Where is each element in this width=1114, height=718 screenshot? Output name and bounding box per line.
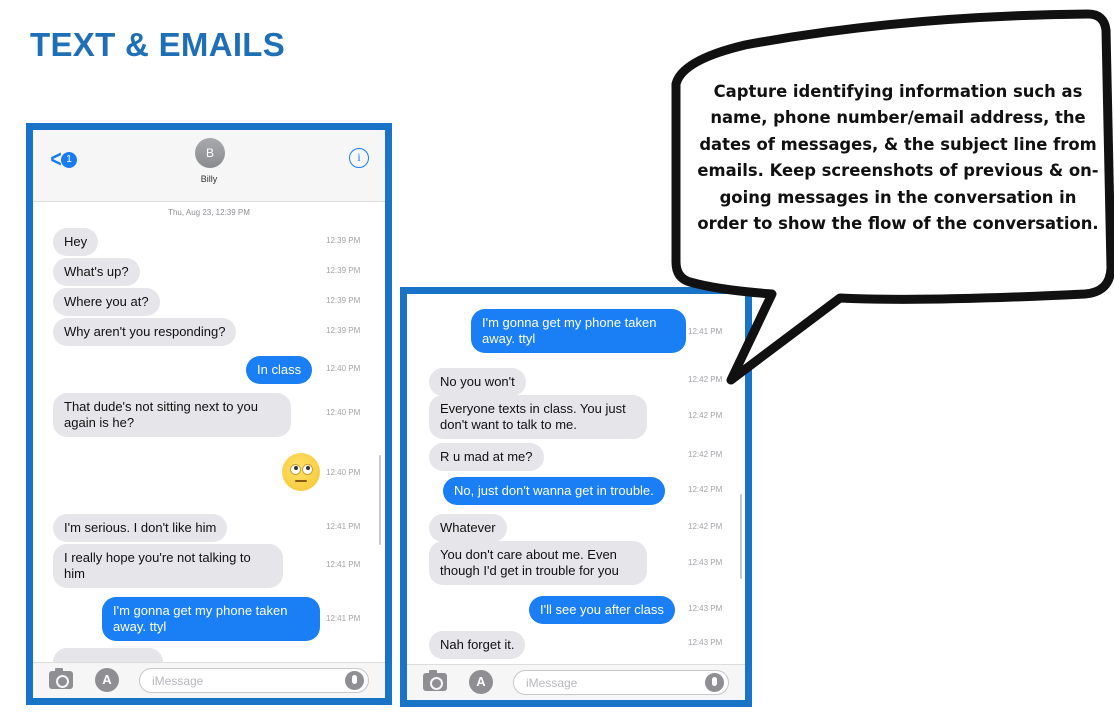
rolling-eyes-emoji-icon[interactable]	[282, 453, 320, 491]
phone-screenshot-2: I'm gonna get my phone taken away. ttyl …	[400, 287, 752, 707]
message-bubble-sent[interactable]: I'm gonna get my phone taken away. ttyl	[102, 597, 320, 641]
compose-bar: A iMessage	[33, 662, 385, 698]
message-timestamp: 12:42 PM	[688, 375, 723, 384]
contact-name[interactable]: Billy	[33, 174, 385, 184]
scrollbar[interactable]	[379, 455, 381, 545]
back-button[interactable]: < 1	[49, 146, 78, 173]
message-timestamp: 12:43 PM	[688, 638, 723, 647]
camera-icon[interactable]	[49, 668, 73, 689]
message-timestamp: 12:41 PM	[326, 560, 361, 569]
message-timestamp: 12:41 PM	[326, 614, 361, 623]
page-title: TEXT & EMAILS	[30, 26, 286, 63]
contact-avatar[interactable]: B	[195, 138, 225, 168]
message-timestamp: 12:39 PM	[326, 266, 361, 275]
message-bubble-received[interactable]: I really hope you're not talking to him	[53, 544, 283, 588]
message-bubble-received[interactable]: Where you at?	[53, 288, 160, 316]
message-bubble-received[interactable]: I'm serious. I don't like him	[53, 514, 228, 542]
message-bubble-sent[interactable]: I'll see you after class	[529, 596, 675, 624]
app-store-icon[interactable]: A	[469, 670, 493, 694]
chevron-left-icon: <	[50, 146, 62, 173]
message-timestamp: 12:40 PM	[326, 364, 361, 373]
message-timestamp: 12:41 PM	[326, 522, 361, 531]
message-bubble-received[interactable]: Whatever	[429, 514, 507, 542]
message-timestamp: 12:42 PM	[688, 411, 723, 420]
message-bubble-sent[interactable]: No, just don't wanna get in trouble.	[443, 477, 665, 505]
message-timestamp: 12:39 PM	[326, 236, 361, 245]
app-store-icon[interactable]: A	[95, 668, 119, 692]
compose-bar: A iMessage	[407, 664, 745, 700]
microphone-icon[interactable]	[705, 673, 724, 692]
message-bubble-received[interactable]: No you won't	[429, 368, 526, 396]
camera-icon[interactable]	[423, 670, 447, 691]
scrollbar[interactable]	[740, 494, 742, 579]
message-timestamp: 12:43 PM	[688, 558, 723, 567]
message-bubble-received[interactable]: R u mad at me?	[429, 443, 544, 471]
conversation-header: < 1 B Billy i	[33, 130, 385, 202]
message-timestamp: 12:42 PM	[688, 522, 723, 531]
microphone-icon[interactable]	[345, 671, 364, 690]
page: TEXT & EMAILS < 1 B Billy i Thu, Aug 23,…	[0, 0, 1114, 718]
message-bubble-received[interactable]: Nah forget it.	[429, 631, 526, 659]
message-bubble-received[interactable]: Everyone texts in class. You just don't …	[429, 395, 647, 439]
message-timestamp: 12:40 PM	[326, 468, 361, 477]
message-timestamp: 12:42 PM	[688, 485, 723, 494]
message-timestamp: 12:41 PM	[688, 327, 723, 336]
message-timestamp: 12:43 PM	[688, 604, 723, 613]
message-timestamp: 12:39 PM	[326, 326, 361, 335]
message-bubble-received[interactable]: What's up?	[53, 258, 140, 286]
message-bubble-received[interactable]: That dude's not sitting next to you agai…	[53, 393, 291, 437]
message-bubble-received[interactable]: Why aren't you responding?	[53, 318, 237, 346]
unread-badge: 1	[61, 152, 78, 168]
imessage-input[interactable]: iMessage	[513, 670, 729, 695]
imessage-placeholder: iMessage	[526, 676, 578, 690]
message-bubble-received[interactable]: You don't care about me. Even though I'd…	[429, 541, 647, 585]
imessage-input[interactable]: iMessage	[139, 668, 369, 693]
message-timestamp: 12:42 PM	[688, 450, 723, 459]
date-stamp: Thu, Aug 23, 12:39 PM	[168, 208, 250, 217]
message-bubble-sent[interactable]: In class	[246, 356, 313, 384]
message-timestamp: 12:39 PM	[326, 296, 361, 305]
info-icon[interactable]: i	[349, 148, 369, 168]
message-bubble-sent[interactable]: I'm gonna get my phone taken away. ttyl	[471, 309, 686, 353]
message-bubble-received[interactable]: Hey	[53, 228, 99, 256]
callout-text: Capture identifying information such as …	[697, 82, 1099, 234]
message-timestamp: 12:40 PM	[326, 408, 361, 417]
imessage-placeholder: iMessage	[152, 674, 204, 688]
phone-screenshot-1: < 1 B Billy i Thu, Aug 23, 12:39 PM Hey …	[26, 123, 392, 705]
